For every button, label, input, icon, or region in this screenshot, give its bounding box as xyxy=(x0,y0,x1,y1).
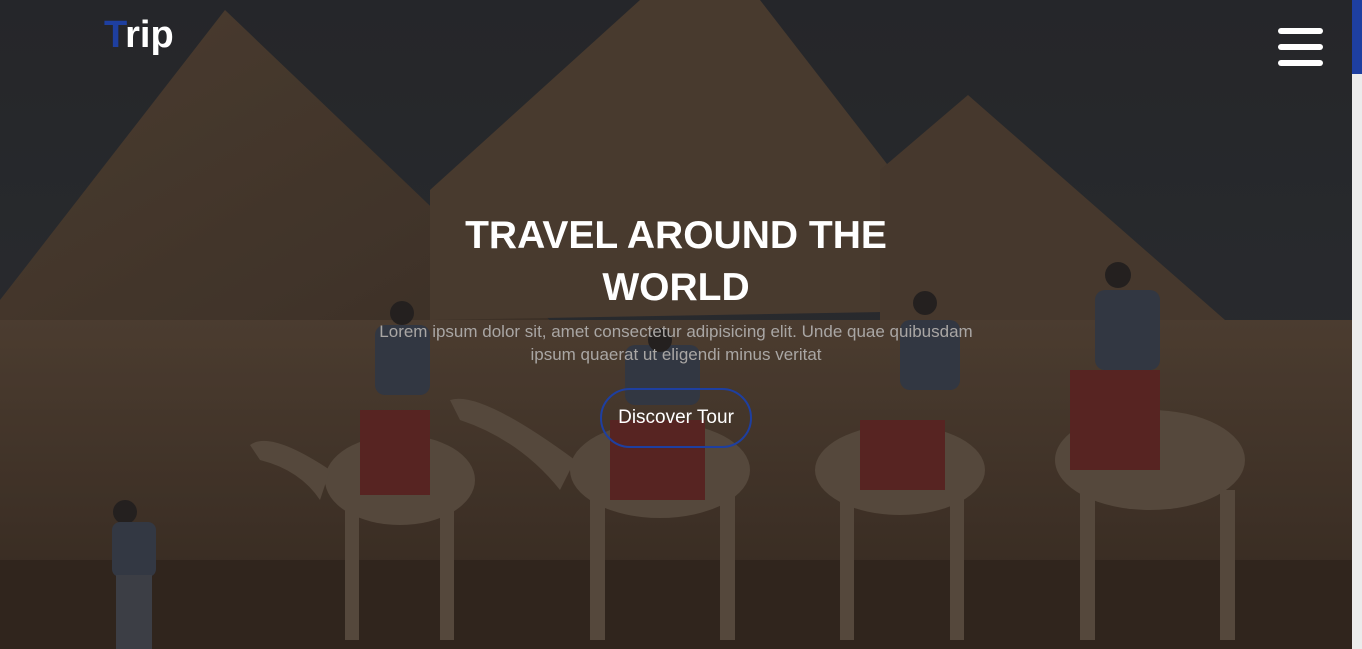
site-logo[interactable]: Trip xyxy=(104,14,174,57)
hero-content: TRAVEL AROUND THE WORLD Lorem ipsum dolo… xyxy=(376,210,976,448)
scrollbar-thumb[interactable] xyxy=(1352,0,1362,74)
menu-bar-bottom xyxy=(1278,60,1323,66)
hamburger-menu-icon[interactable] xyxy=(1278,28,1323,68)
hero-title-line2: WORLD xyxy=(602,266,750,309)
page-scrollbar[interactable] xyxy=(1352,0,1362,649)
hero-title-line1: TRAVEL AROUND THE xyxy=(465,214,887,257)
discover-tour-button[interactable]: Discover Tour xyxy=(600,388,752,448)
hero-subtitle: Lorem ipsum dolor sit, amet consectetur … xyxy=(379,322,973,364)
logo-rest: rip xyxy=(125,14,174,56)
menu-bar-middle xyxy=(1278,44,1323,50)
logo-first-letter: T xyxy=(104,14,126,56)
hero-section: Trip TRAVEL AROUND THE WORLD Lorem ipsum… xyxy=(0,0,1352,649)
menu-bar-top xyxy=(1278,28,1323,34)
hero-title: TRAVEL AROUND THE WORLD xyxy=(446,210,906,314)
